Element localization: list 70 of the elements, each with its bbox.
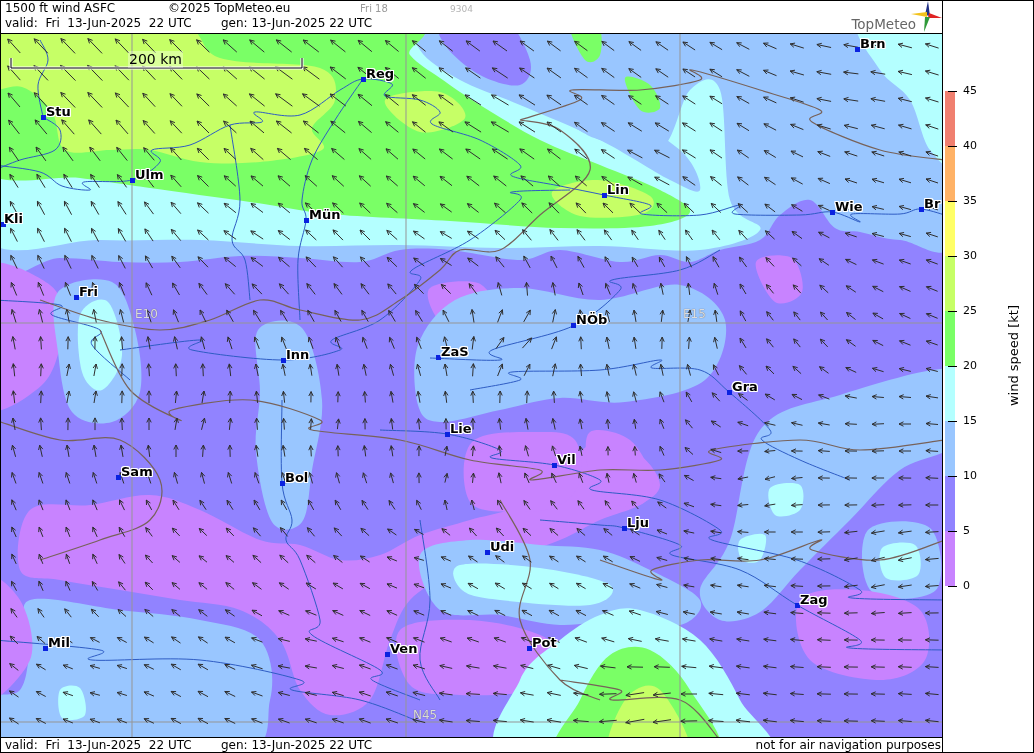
map-title: 1500 ft wind ASFC	[5, 1, 117, 16]
city-marker-icon	[485, 550, 490, 555]
city-marker-icon	[304, 218, 309, 223]
city-label: Lie	[450, 421, 472, 436]
city-label: Fri	[79, 284, 98, 299]
city-marker-icon	[795, 603, 800, 608]
legend-value: 45	[963, 84, 977, 98]
legend-value: 15	[963, 414, 977, 428]
city-marker-icon	[74, 295, 79, 300]
disclaimer-text: not for air navigation purposes	[755, 738, 942, 752]
city-marker-icon	[436, 355, 441, 360]
city-label: Wie	[835, 199, 863, 214]
city-label: Brn	[860, 36, 886, 51]
legend-title: wind speed [kt]	[1007, 305, 1021, 407]
forecast-run-label: Fri 18	[360, 2, 389, 16]
logo-text: TopMeteo	[851, 17, 916, 32]
city-label: Br	[924, 196, 941, 211]
copyright-text: ©2025 TopMeteo.eu	[168, 1, 292, 16]
city-label: Reg	[366, 66, 395, 81]
city-marker-icon	[130, 178, 135, 183]
city-marker-icon	[281, 358, 286, 363]
legend-value: 5	[963, 524, 970, 538]
city-label: Ven	[390, 641, 418, 656]
city-label: Lin	[607, 182, 629, 197]
city-marker-icon	[41, 115, 46, 120]
generated-time-text: gen: 13-Jun-2025 22 UTC	[221, 738, 374, 752]
city-label: Vil	[557, 452, 576, 467]
city-marker-icon	[830, 210, 835, 215]
scale-label: 200 km	[128, 51, 183, 68]
city-marker-icon	[602, 193, 607, 198]
city-marker-icon	[280, 481, 285, 486]
city-label: Inn	[286, 347, 310, 362]
city-label: Kli	[4, 211, 23, 226]
city-marker-icon	[361, 77, 366, 82]
city-marker-icon	[116, 475, 121, 480]
city-marker-icon	[919, 207, 924, 212]
city-label: Sam	[121, 464, 153, 479]
city-marker-icon	[1, 222, 6, 227]
city-marker-icon	[727, 390, 732, 395]
city-label: Pot	[532, 635, 557, 650]
city-label: Zag	[800, 592, 828, 607]
city-label: Ulm	[135, 167, 164, 182]
city-label: Mil	[48, 635, 70, 650]
legend-value: 10	[963, 469, 977, 483]
city-marker-icon	[855, 47, 860, 52]
city-label: Bol	[285, 470, 309, 485]
city-marker-icon	[622, 526, 627, 531]
legend-value: 25	[963, 304, 977, 318]
legend-value: 40	[963, 139, 977, 153]
city-marker-icon	[571, 323, 576, 328]
legend-value: 35	[963, 194, 977, 208]
city-marker-icon	[552, 463, 557, 468]
valid-time-text: valid: Fri 13-Jun-2025 22 UTC	[5, 16, 193, 31]
city-marker-icon	[43, 646, 48, 651]
city-label: Lju	[627, 515, 649, 530]
city-label: Stu	[46, 104, 71, 119]
city-label: NÖb	[576, 312, 608, 327]
valid-time-text: valid: Fri 13-Jun-2025 22 UTC	[5, 738, 193, 752]
grid-label: N45	[413, 708, 438, 722]
city-marker-icon	[385, 652, 390, 657]
legend-value: 0	[963, 579, 970, 593]
city-label: ZaS	[441, 344, 469, 359]
legend-value: 30	[963, 249, 977, 263]
city-marker-icon	[527, 646, 532, 651]
city-label: Udi	[490, 539, 515, 554]
code-label: 9304	[450, 3, 473, 16]
city-label: Gra	[732, 379, 758, 394]
city-marker-icon	[445, 432, 450, 437]
generated-time-text: gen: 13-Jun-2025 22 UTC	[221, 16, 373, 31]
legend-value: 20	[963, 359, 977, 373]
